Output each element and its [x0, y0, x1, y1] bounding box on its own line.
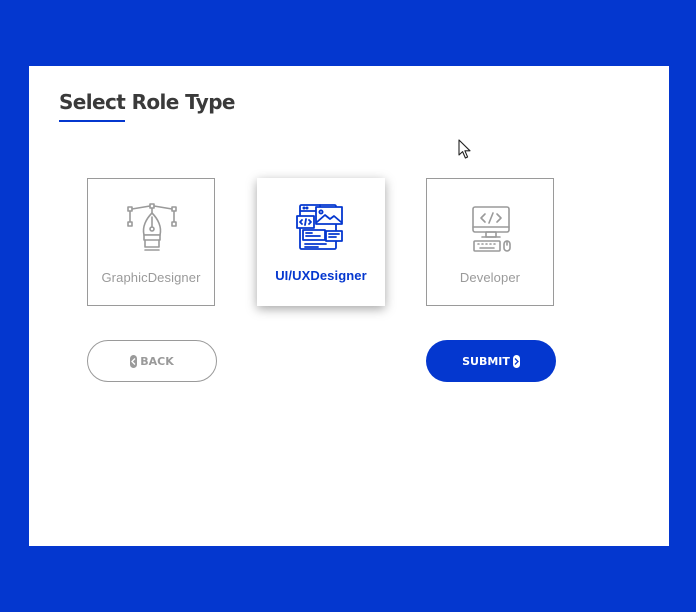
mouse-cursor-icon: [458, 139, 472, 160]
back-button[interactable]: BACK: [87, 340, 217, 382]
chevron-right-icon: [512, 355, 520, 368]
ui-ux-design-icon: [296, 202, 346, 254]
developer-computer-icon: [466, 203, 516, 255]
role-card-graphic-designer[interactable]: GraphicDesigner: [87, 178, 215, 306]
role-label-developer: Developer: [459, 270, 521, 285]
role-card-developer[interactable]: Developer: [426, 178, 554, 306]
page-title: Select Role Type: [59, 90, 235, 114]
role-label-ui-ux-designer: UI/UXDesigner: [275, 268, 367, 283]
role-card-ui-ux-designer[interactable]: UI/UXDesigner: [257, 178, 385, 306]
submit-button[interactable]: SUBMIT: [426, 340, 556, 382]
chevron-left-icon: [130, 355, 138, 368]
pen-tool-icon: [127, 203, 177, 255]
title-underline: [59, 120, 125, 122]
back-button-label: BACK: [140, 354, 174, 368]
submit-button-label: SUBMIT: [462, 354, 510, 368]
role-label-graphic-designer: GraphicDesigner: [101, 270, 201, 285]
role-selection-panel: Select Role Type GraphicDesigner UI/UXDe…: [29, 66, 669, 546]
